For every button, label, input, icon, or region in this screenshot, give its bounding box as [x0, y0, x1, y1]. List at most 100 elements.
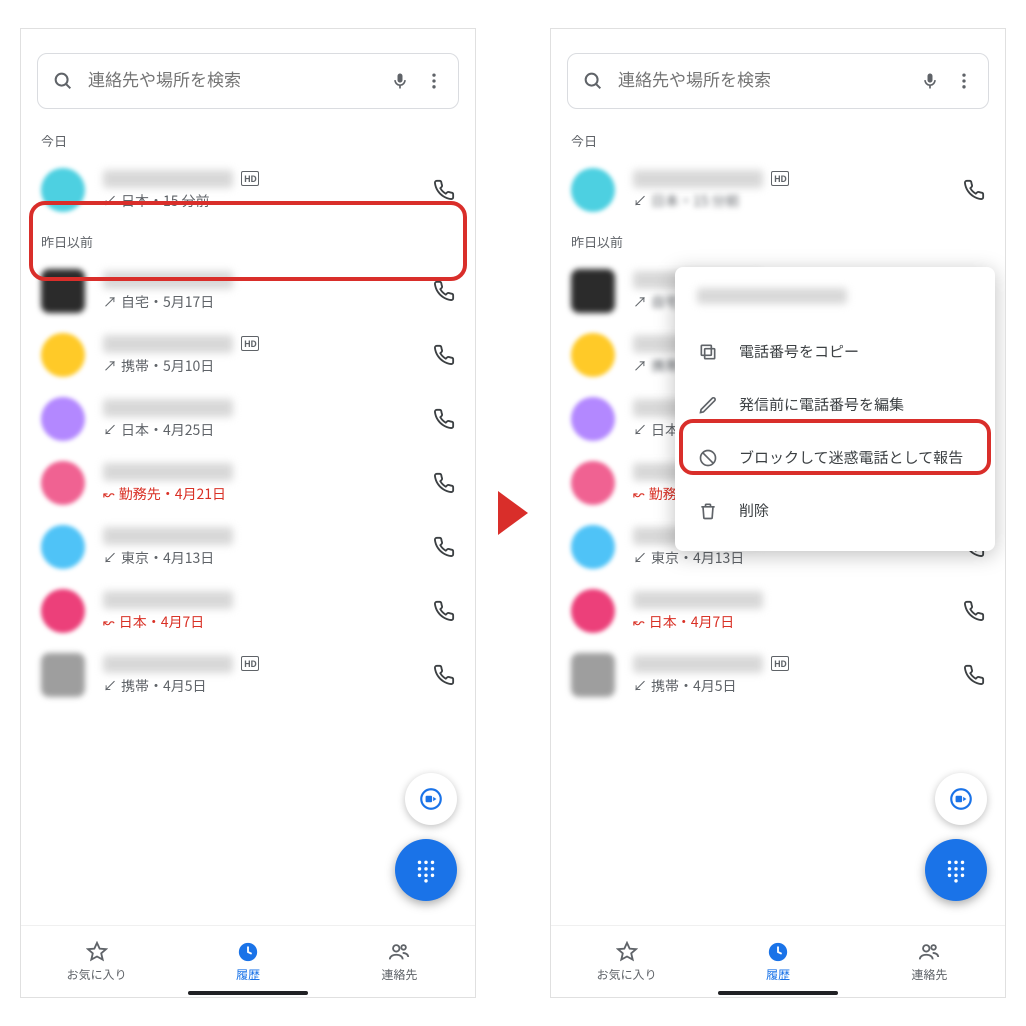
call-detail: ↗自宅・5月17日: [103, 292, 415, 312]
avatar: [571, 461, 615, 505]
call-detail: ↙携帯・4月5日: [103, 676, 415, 696]
avatar: [571, 269, 615, 313]
avatar: [41, 168, 85, 212]
search-bar[interactable]: [37, 53, 459, 109]
nav-favorites[interactable]: お気に入り: [551, 926, 702, 997]
call-button[interactable]: [963, 664, 985, 686]
call-row[interactable]: HD ↙日本・15 分前: [21, 158, 475, 222]
pencil-icon: [697, 395, 719, 415]
avatar: [41, 589, 85, 633]
call-button[interactable]: [433, 344, 455, 366]
contact-name-blurred: [103, 655, 233, 673]
mic-icon[interactable]: [920, 71, 940, 91]
avatar: [571, 168, 615, 212]
hd-badge: HD: [241, 656, 259, 671]
context-menu: 電話番号をコピー 発信前に電話番号を編集 ブロックして迷惑電話として報告 削除: [675, 267, 995, 551]
nav-contacts[interactable]: 連絡先: [324, 926, 475, 997]
nav-contacts[interactable]: 連絡先: [854, 926, 1005, 997]
contact-name-blurred: [103, 170, 233, 188]
fab-dialpad[interactable]: [925, 839, 987, 901]
call-detail: ↗携帯・5月10日: [103, 356, 415, 376]
hd-badge: HD: [241, 336, 259, 351]
section-today: 今日: [21, 121, 475, 158]
contact-name-blurred: [633, 591, 763, 609]
search-input[interactable]: [618, 71, 906, 91]
contact-name-blurred: [103, 335, 233, 353]
call-row[interactable]: ↜勤務先・4月21日: [21, 451, 475, 515]
call-button[interactable]: [433, 536, 455, 558]
call-row[interactable]: ↙東京・4月13日: [21, 515, 475, 579]
trash-icon: [697, 501, 719, 521]
call-button[interactable]: [433, 179, 455, 201]
call-button[interactable]: [433, 472, 455, 494]
section-today: 今日: [551, 121, 1005, 158]
bottom-nav: お気に入り 履歴 連絡先: [551, 925, 1005, 997]
contact-name-blurred: [103, 463, 233, 481]
screen-right: 今日 HD↙日本・15 分前昨日以前↗自宅・5月17日HD↗携帯・5月10日↙日…: [550, 28, 1006, 998]
call-detail: ↙携帯・4月5日: [633, 676, 945, 696]
call-row[interactable]: HD ↙携帯・4月5日: [21, 643, 475, 707]
call-button[interactable]: [963, 179, 985, 201]
search-icon: [582, 70, 604, 92]
fab-video[interactable]: [405, 773, 457, 825]
search-input[interactable]: [88, 71, 376, 91]
avatar: [571, 525, 615, 569]
call-detail: ↜勤務先・4月21日: [103, 484, 415, 504]
nav-history[interactable]: 履歴: [702, 926, 853, 997]
block-icon: [697, 448, 719, 468]
call-detail: ↙日本・4月25日: [103, 420, 415, 440]
call-detail: ↜日本・4月7日: [103, 612, 415, 632]
call-button[interactable]: [433, 280, 455, 302]
section-earlier: 昨日以前: [551, 222, 1005, 259]
more-icon[interactable]: [424, 71, 444, 91]
avatar: [41, 525, 85, 569]
menu-edit[interactable]: 発信前に電話番号を編集: [675, 378, 995, 431]
call-row[interactable]: ↜日本・4月7日: [551, 579, 1005, 643]
call-row[interactable]: HD ↙日本・15 分前: [551, 158, 1005, 222]
screen-left: 今日 HD ↙日本・15 分前昨日以前 ↗自宅・5月17日 HD ↗携帯・5月10日 ↙日…: [20, 28, 476, 998]
call-row[interactable]: HD ↙携帯・4月5日: [551, 643, 1005, 707]
hd-badge: HD: [771, 656, 789, 671]
call-row[interactable]: ↙日本・4月25日: [21, 387, 475, 451]
avatar: [571, 397, 615, 441]
menu-copy[interactable]: 電話番号をコピー: [675, 325, 995, 378]
menu-block[interactable]: ブロックして迷惑電話として報告: [675, 431, 995, 484]
avatar: [571, 333, 615, 377]
call-row[interactable]: ↜日本・4月7日: [21, 579, 475, 643]
call-button[interactable]: [433, 408, 455, 430]
bottom-nav: お気に入り 履歴 連絡先: [21, 925, 475, 997]
call-row[interactable]: ↗自宅・5月17日: [21, 259, 475, 323]
avatar: [41, 397, 85, 441]
fab-video[interactable]: [935, 773, 987, 825]
contact-name-blurred: [103, 271, 233, 289]
search-icon: [52, 70, 74, 92]
fab-dialpad[interactable]: [395, 839, 457, 901]
call-button[interactable]: [433, 664, 455, 686]
section-earlier: 昨日以前: [21, 222, 475, 259]
nav-indicator: [718, 991, 838, 995]
call-detail: ↜日本・4月7日: [633, 612, 945, 632]
call-button[interactable]: [433, 600, 455, 622]
call-button[interactable]: [963, 600, 985, 622]
avatar: [41, 461, 85, 505]
contact-name-blurred: [633, 655, 763, 673]
mic-icon[interactable]: [390, 71, 410, 91]
nav-indicator: [188, 991, 308, 995]
call-detail: ↙日本・15 分前: [103, 191, 415, 211]
contact-name-blurred: [103, 527, 233, 545]
search-bar[interactable]: [567, 53, 989, 109]
nav-favorites[interactable]: お気に入り: [21, 926, 172, 997]
contact-name-blurred: [633, 170, 763, 188]
avatar: [571, 589, 615, 633]
more-icon[interactable]: [954, 71, 974, 91]
nav-history[interactable]: 履歴: [172, 926, 323, 997]
avatar: [41, 333, 85, 377]
call-detail: ↙日本・15 分前: [633, 191, 945, 211]
menu-delete[interactable]: 削除: [675, 484, 995, 537]
call-row[interactable]: HD ↗携帯・5月10日: [21, 323, 475, 387]
contact-name-blurred: [103, 591, 233, 609]
menu-header: [675, 281, 995, 325]
hd-badge: HD: [241, 171, 259, 186]
hd-badge: HD: [771, 171, 789, 186]
arrow-icon: [498, 491, 528, 535]
